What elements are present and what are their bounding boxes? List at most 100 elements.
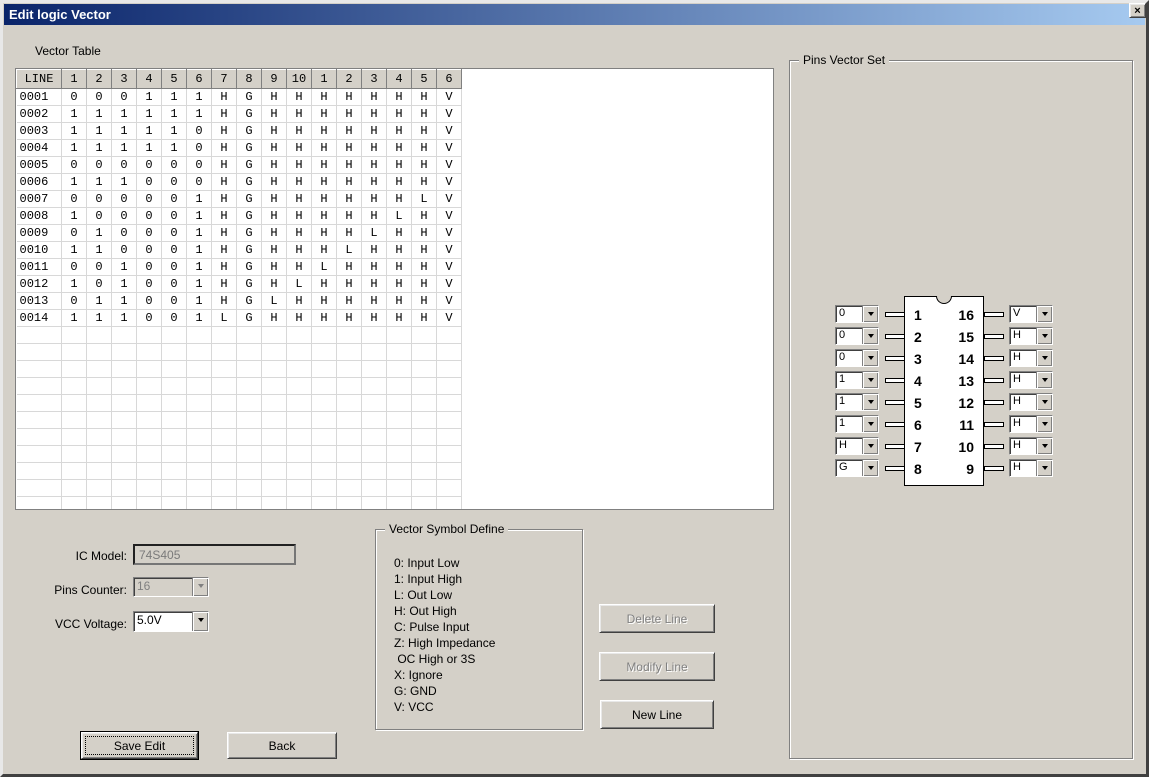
grid-empty-cell[interactable] — [337, 344, 362, 361]
grid-empty-cell[interactable] — [112, 378, 137, 395]
grid-empty-cell[interactable] — [17, 327, 62, 344]
grid-cell[interactable]: H — [287, 242, 312, 259]
pin-8-select[interactable]: G — [835, 459, 879, 477]
grid-empty-cell[interactable] — [17, 497, 62, 511]
grid-empty-cell[interactable] — [412, 463, 437, 480]
grid-empty-cell[interactable] — [437, 429, 462, 446]
grid-cell[interactable]: H — [362, 293, 387, 310]
grid-cell[interactable]: 1 — [87, 123, 112, 140]
grid-cell[interactable]: H — [362, 310, 387, 327]
grid-empty-cell[interactable] — [237, 446, 262, 463]
grid-cell[interactable]: H — [212, 174, 237, 191]
grid-cell[interactable]: H — [262, 89, 287, 106]
grid-cell[interactable]: 0 — [162, 242, 187, 259]
grid-empty-cell[interactable] — [337, 412, 362, 429]
dropdown-arrow-button[interactable] — [862, 350, 878, 366]
grid-cell[interactable]: H — [387, 89, 412, 106]
grid-empty-cell[interactable] — [387, 327, 412, 344]
grid-empty-cell[interactable] — [287, 497, 312, 511]
grid-line-cell[interactable]: 0007 — [17, 191, 62, 208]
grid-cell[interactable]: L — [312, 259, 337, 276]
grid-empty-cell[interactable] — [162, 378, 187, 395]
grid-empty-cell[interactable] — [237, 378, 262, 395]
grid-empty-cell[interactable] — [17, 344, 62, 361]
grid-empty-cell[interactable] — [412, 395, 437, 412]
grid-empty-cell[interactable] — [312, 395, 337, 412]
grid-empty-cell[interactable] — [287, 463, 312, 480]
grid-cell[interactable]: 0 — [187, 157, 212, 174]
pin-6-select[interactable]: 1 — [835, 415, 879, 433]
grid-cell[interactable]: 1 — [162, 123, 187, 140]
grid-cell[interactable]: V — [437, 276, 462, 293]
grid-cell[interactable]: 0 — [162, 174, 187, 191]
grid-cell[interactable]: H — [412, 157, 437, 174]
grid-cell[interactable]: H — [312, 310, 337, 327]
pins-counter-select[interactable]: 16 — [133, 577, 209, 597]
grid-cell[interactable]: H — [337, 174, 362, 191]
grid-empty-cell[interactable] — [337, 429, 362, 446]
grid-empty-cell[interactable] — [287, 327, 312, 344]
grid-cell[interactable]: 1 — [62, 208, 87, 225]
grid-cell[interactable]: 0 — [137, 276, 162, 293]
grid-cell[interactable]: V — [437, 242, 462, 259]
grid-empty-cell[interactable] — [437, 412, 462, 429]
grid-cell[interactable]: V — [437, 89, 462, 106]
grid-cell[interactable]: 1 — [62, 123, 87, 140]
grid-empty-cell[interactable] — [237, 327, 262, 344]
grid-empty-cell[interactable] — [362, 463, 387, 480]
grid-empty-cell[interactable] — [162, 429, 187, 446]
grid-cell[interactable]: 0 — [162, 259, 187, 276]
grid-cell[interactable]: 1 — [87, 174, 112, 191]
grid-cell[interactable]: H — [312, 174, 337, 191]
grid-empty-cell[interactable] — [112, 446, 137, 463]
grid-empty-cell[interactable] — [87, 395, 112, 412]
grid-cell[interactable]: H — [362, 242, 387, 259]
grid-empty-cell[interactable] — [212, 327, 237, 344]
grid-empty-cell[interactable] — [362, 344, 387, 361]
grid-empty-cell[interactable] — [262, 361, 287, 378]
grid-cell[interactable]: 1 — [112, 259, 137, 276]
grid-cell[interactable]: H — [312, 208, 337, 225]
grid-empty-cell[interactable] — [87, 378, 112, 395]
grid-cell[interactable]: G — [237, 191, 262, 208]
grid-empty-cell[interactable] — [262, 463, 287, 480]
grid-empty-cell[interactable] — [437, 327, 462, 344]
grid-cell[interactable]: 1 — [62, 140, 87, 157]
grid-row[interactable]: 0014111001LGHHHHHHHV — [17, 310, 462, 327]
grid-empty-cell[interactable] — [437, 497, 462, 511]
pin-13-select[interactable]: H — [1009, 371, 1053, 389]
grid-cell[interactable]: H — [337, 157, 362, 174]
grid-cell[interactable]: H — [212, 106, 237, 123]
grid-empty-cell[interactable] — [87, 480, 112, 497]
grid-empty-cell[interactable] — [137, 378, 162, 395]
grid-empty-cell[interactable] — [412, 497, 437, 511]
grid-empty-cell[interactable] — [387, 412, 412, 429]
grid-empty-cell[interactable] — [212, 344, 237, 361]
grid-empty-row[interactable] — [17, 412, 462, 429]
vector-table-grid[interactable]: LINE12345678910123456 0001000111HGHHHHHH… — [15, 68, 774, 510]
grid-cell[interactable]: H — [337, 259, 362, 276]
back-button[interactable]: Back — [227, 732, 337, 759]
grid-cell[interactable]: 1 — [112, 140, 137, 157]
ic-model-field[interactable] — [133, 544, 296, 565]
grid-empty-cell[interactable] — [262, 344, 287, 361]
grid-empty-cell[interactable] — [337, 327, 362, 344]
grid-cell[interactable]: 1 — [187, 259, 212, 276]
grid-empty-cell[interactable] — [362, 446, 387, 463]
grid-row[interactable]: 0011001001HGHHLHHHHV — [17, 259, 462, 276]
grid-cell[interactable]: 1 — [112, 276, 137, 293]
grid-empty-cell[interactable] — [62, 429, 87, 446]
grid-empty-cell[interactable] — [412, 412, 437, 429]
grid-line-cell[interactable]: 0005 — [17, 157, 62, 174]
grid-empty-cell[interactable] — [212, 412, 237, 429]
grid-empty-cell[interactable] — [212, 446, 237, 463]
grid-empty-cell[interactable] — [162, 344, 187, 361]
grid-empty-cell[interactable] — [112, 480, 137, 497]
grid-cell[interactable]: H — [362, 123, 387, 140]
grid-cell[interactable]: 0 — [112, 242, 137, 259]
grid-cell[interactable]: H — [287, 293, 312, 310]
grid-cell[interactable]: H — [212, 140, 237, 157]
dropdown-arrow-button[interactable] — [862, 438, 878, 454]
grid-row[interactable]: 0007000001HGHHHHHHLV — [17, 191, 462, 208]
grid-empty-cell[interactable] — [187, 429, 212, 446]
